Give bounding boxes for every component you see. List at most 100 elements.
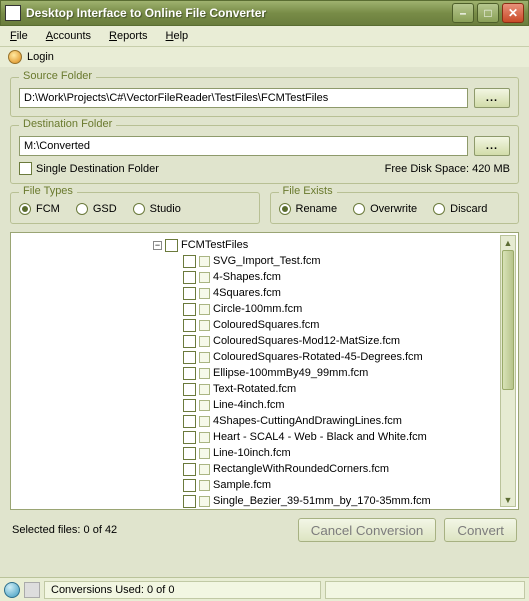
menu-file[interactable]: File (10, 30, 28, 42)
file-icon (199, 448, 210, 459)
tree-checkbox[interactable] (183, 271, 196, 284)
file-icon (199, 352, 210, 363)
tree-checkbox[interactable] (183, 447, 196, 460)
login-link[interactable]: Login (27, 51, 54, 63)
filetype-gsd[interactable]: GSD (76, 203, 117, 215)
tree-item[interactable]: Ellipse-100mmBy49_99mm.fcm (11, 365, 518, 381)
file-icon (199, 320, 210, 331)
fileexists-discard[interactable]: Discard (433, 203, 487, 215)
user-icon (8, 50, 22, 64)
file-icon (199, 304, 210, 315)
convert-button[interactable]: Convert (444, 518, 517, 542)
tree-item[interactable]: Single_Bezier_39-51mm_by_170-35mm.fcm (11, 493, 518, 509)
menu-help[interactable]: Help (166, 30, 189, 42)
tree-item-label: ColouredSquares-Rotated-45-Degrees.fcm (213, 351, 423, 363)
tree-checkbox[interactable] (183, 399, 196, 412)
scroll-up-icon[interactable]: ▲ (501, 236, 515, 249)
scroll-down-icon[interactable]: ▼ (501, 493, 515, 506)
tree-checkbox[interactable] (183, 479, 196, 492)
source-browse-button[interactable]: ... (474, 88, 510, 108)
tree-checkbox[interactable] (165, 239, 178, 252)
tree-item-label: RectangleWithRoundedCorners.fcm (213, 463, 389, 475)
tree-checkbox[interactable] (183, 383, 196, 396)
filetype-fcm[interactable]: FCM (19, 203, 60, 215)
tree-item-label: Single_Bezier_39-51mm_by_170-35mm.fcm (213, 495, 431, 507)
tree-checkbox[interactable] (183, 415, 196, 428)
free-disk-space-label: Free Disk Space: 420 MB (385, 163, 510, 175)
file-types-group: File Types FCM GSD Studio (10, 192, 260, 224)
tree-checkbox[interactable] (183, 495, 196, 508)
menu-reports[interactable]: Reports (109, 30, 148, 42)
tree-checkbox[interactable] (183, 335, 196, 348)
tree-item-label: ColouredSquares-Mod12-MatSize.fcm (213, 335, 400, 347)
file-icon (199, 464, 210, 475)
tree-item[interactable]: Line-4inch.fcm (11, 397, 518, 413)
destination-folder-title: Destination Folder (19, 118, 116, 130)
destination-browse-button[interactable]: ... (474, 136, 510, 156)
tree-item-label: Sample.fcm (213, 479, 271, 491)
tree-checkbox[interactable] (183, 463, 196, 476)
tree-item[interactable]: Heart - SCAL4 - Web - Black and White.fc… (11, 429, 518, 445)
file-icon (199, 336, 210, 347)
tree-item-label: Line-10inch.fcm (213, 447, 291, 459)
menu-accounts[interactable]: Accounts (46, 30, 91, 42)
file-types-title: File Types (19, 185, 77, 197)
tree-item[interactable]: ColouredSquares.fcm (11, 317, 518, 333)
single-destination-label: Single Destination Folder (36, 163, 159, 175)
selected-files-label: Selected files: 0 of 42 (12, 524, 117, 536)
tree-item-label: 4-Shapes.fcm (213, 271, 281, 283)
collapse-icon[interactable]: − (153, 241, 162, 250)
tree-checkbox[interactable] (183, 303, 196, 316)
menu-bar: File Accounts Reports Help (0, 26, 529, 47)
radio-icon (353, 203, 365, 215)
tree-checkbox[interactable] (183, 431, 196, 444)
tree-item[interactable]: 4-Shapes.fcm (11, 269, 518, 285)
tree-item-label: Text-Rotated.fcm (213, 383, 296, 395)
fileexists-rename[interactable]: Rename (279, 203, 338, 215)
tree-item[interactable]: Circle-100mm.fcm (11, 301, 518, 317)
tree-root[interactable]: −FCMTestFiles (11, 237, 518, 253)
status-icon (24, 582, 40, 598)
tree-item[interactable]: RectangleWithRoundedCorners.fcm (11, 461, 518, 477)
single-destination-checkbox[interactable] (19, 162, 32, 175)
tree-item[interactable]: Text-Rotated.fcm (11, 381, 518, 397)
tree-item[interactable]: ColouredSquares-Mod12-MatSize.fcm (11, 333, 518, 349)
tree-item[interactable]: SVG_Import_Test.fcm (11, 253, 518, 269)
scroll-thumb[interactable] (502, 250, 514, 390)
tree-item[interactable]: 4Shapes-CuttingAndDrawingLines.fcm (11, 413, 518, 429)
file-icon (199, 496, 210, 507)
tree-checkbox[interactable] (183, 287, 196, 300)
tree-item-label: SVG_Import_Test.fcm (213, 255, 321, 267)
file-tree: −FCMTestFiles SVG_Import_Test.fcm 4-Shapes… (10, 232, 519, 510)
tree-item[interactable]: ColouredSquares-Rotated-45-Degrees.fcm (11, 349, 518, 365)
destination-folder-input[interactable] (19, 136, 468, 156)
login-row: Login (0, 47, 529, 67)
tree-item-label: Ellipse-100mmBy49_99mm.fcm (213, 367, 368, 379)
radio-icon (133, 203, 145, 215)
tree-item[interactable]: 4Squares.fcm (11, 285, 518, 301)
tree-item-label: 4Squares.fcm (213, 287, 281, 299)
tree-checkbox[interactable] (183, 319, 196, 332)
radio-icon (433, 203, 445, 215)
minimize-button[interactable]: – (452, 3, 474, 23)
file-icon (199, 432, 210, 443)
cancel-conversion-button[interactable]: Cancel Conversion (298, 518, 437, 542)
tree-item[interactable]: Line-10inch.fcm (11, 445, 518, 461)
file-exists-group: File Exists Rename Overwrite Discard (270, 192, 520, 224)
source-folder-input[interactable] (19, 88, 468, 108)
tree-checkbox[interactable] (183, 367, 196, 380)
file-icon (199, 288, 210, 299)
close-button[interactable]: ✕ (502, 3, 524, 23)
fileexists-overwrite[interactable]: Overwrite (353, 203, 417, 215)
file-icon (199, 384, 210, 395)
tree-item-label: 4Shapes-CuttingAndDrawingLines.fcm (213, 415, 402, 427)
app-icon (5, 5, 21, 21)
file-icon (199, 400, 210, 411)
tree-item[interactable]: Sample.fcm (11, 477, 518, 493)
tree-checkbox[interactable] (183, 255, 196, 268)
source-folder-group: Source Folder ... (10, 77, 519, 117)
maximize-button[interactable]: □ (477, 3, 499, 23)
tree-scrollbar[interactable]: ▲ ▼ (500, 235, 516, 507)
filetype-studio[interactable]: Studio (133, 203, 181, 215)
tree-checkbox[interactable] (183, 351, 196, 364)
